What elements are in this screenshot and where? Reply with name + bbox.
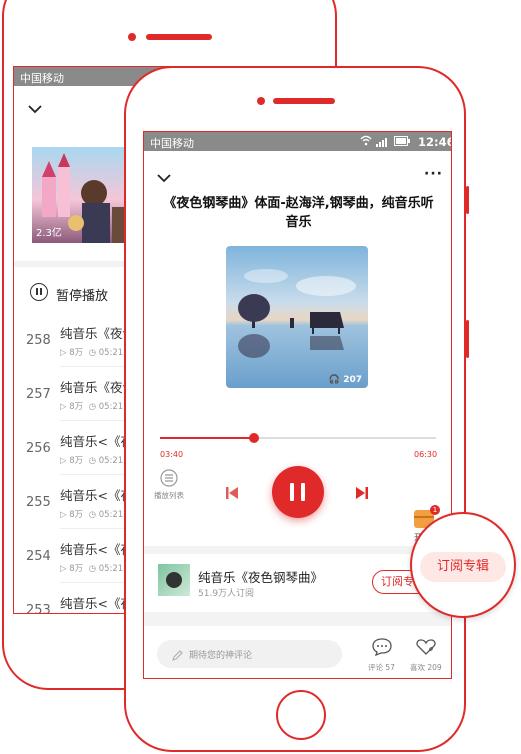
home-button[interactable]: [276, 690, 326, 740]
album-badge: 2.3亿: [36, 228, 62, 239]
track-index: 257: [26, 387, 51, 402]
front-phone-speaker: [273, 98, 335, 104]
collapse-chevron-icon[interactable]: [28, 99, 42, 118]
track-index: 253: [26, 603, 51, 614]
pause-button[interactable]: [272, 466, 324, 518]
comment-count[interactable]: 评论 57: [368, 662, 395, 673]
track-index: 254: [26, 549, 51, 564]
total-time: 06:30: [414, 450, 438, 459]
like-icon[interactable]: [416, 638, 436, 660]
album-subscribers: 51.9万人订阅: [198, 589, 255, 599]
comment-placeholder: 期待您的神评论: [189, 651, 253, 661]
back-phone-camera: [128, 33, 136, 41]
divider: [144, 612, 451, 626]
signal-icon: [376, 137, 388, 150]
comment-input[interactable]: 期待您的神评论: [157, 640, 342, 668]
listen-count: 🎧 207: [328, 375, 362, 385]
elapsed-time: 03:40: [160, 450, 184, 459]
comment-icon[interactable]: [372, 638, 392, 660]
progress-track[interactable]: [160, 433, 436, 443]
next-track-icon[interactable]: [354, 485, 370, 505]
clock: 12:46: [418, 135, 452, 149]
track-index: 258: [26, 333, 51, 348]
album-cover[interactable]: 2.3亿: [32, 147, 128, 243]
wifi-icon: [360, 135, 372, 149]
like-count[interactable]: 喜欢 209: [410, 662, 442, 673]
album-thumbnail[interactable]: [158, 564, 190, 596]
track-meta: ▷ 8万 ◷ 05:21: [60, 456, 124, 466]
subscribe-callout: 订阅专辑: [410, 512, 516, 618]
cover-art[interactable]: 🎧 207: [226, 246, 368, 388]
pause-icon: [290, 483, 294, 501]
album-name[interactable]: 纯音乐《夜色钢琴曲》: [198, 567, 323, 586]
more-icon[interactable]: ···: [424, 166, 443, 182]
side-key: [466, 320, 469, 358]
side-key: [466, 186, 469, 214]
carrier-label: 中国移动: [20, 72, 64, 85]
vip-badge: 1: [430, 505, 440, 515]
track-index: 255: [26, 495, 51, 510]
progress-fill: [160, 437, 254, 439]
track-index: 256: [26, 441, 51, 456]
status-bar: 中国移动 12:46: [144, 132, 451, 151]
pencil-icon: [171, 647, 183, 666]
playlist-label[interactable]: 播放列表: [154, 490, 184, 501]
divider: [144, 546, 451, 554]
battery-icon: [394, 136, 410, 149]
carrier-label: 中国移动: [150, 137, 194, 150]
track-meta: ▷ 8万 ◷ 05:21: [60, 402, 124, 412]
track-meta: ▷ 8万 ◷ 05:21: [60, 348, 124, 358]
previous-track-icon[interactable]: [224, 485, 240, 505]
pause-icon[interactable]: [30, 283, 48, 301]
pause-playback-label[interactable]: 暂停播放: [56, 285, 108, 304]
front-screen: 中国移动 12:46 ··· 《夜色钢琴曲》体面-赵海洋,钢琴曲，纯音乐听音乐: [143, 131, 452, 679]
subscribe-album-button[interactable]: 订阅专辑: [420, 552, 506, 582]
playlist-icon[interactable]: [160, 469, 178, 491]
song-title: 《夜色钢琴曲》体面-赵海洋,钢琴曲，纯音乐听音乐: [163, 196, 434, 230]
progress-knob[interactable]: [248, 433, 259, 443]
collapse-chevron-icon[interactable]: [157, 168, 171, 187]
front-phone-camera: [257, 97, 265, 105]
track-meta: ▷ 8万 ◷ 05:21: [60, 564, 124, 574]
track-meta: ▷ 8万 ◷ 05:21: [60, 510, 124, 520]
back-phone-speaker: [146, 34, 212, 40]
